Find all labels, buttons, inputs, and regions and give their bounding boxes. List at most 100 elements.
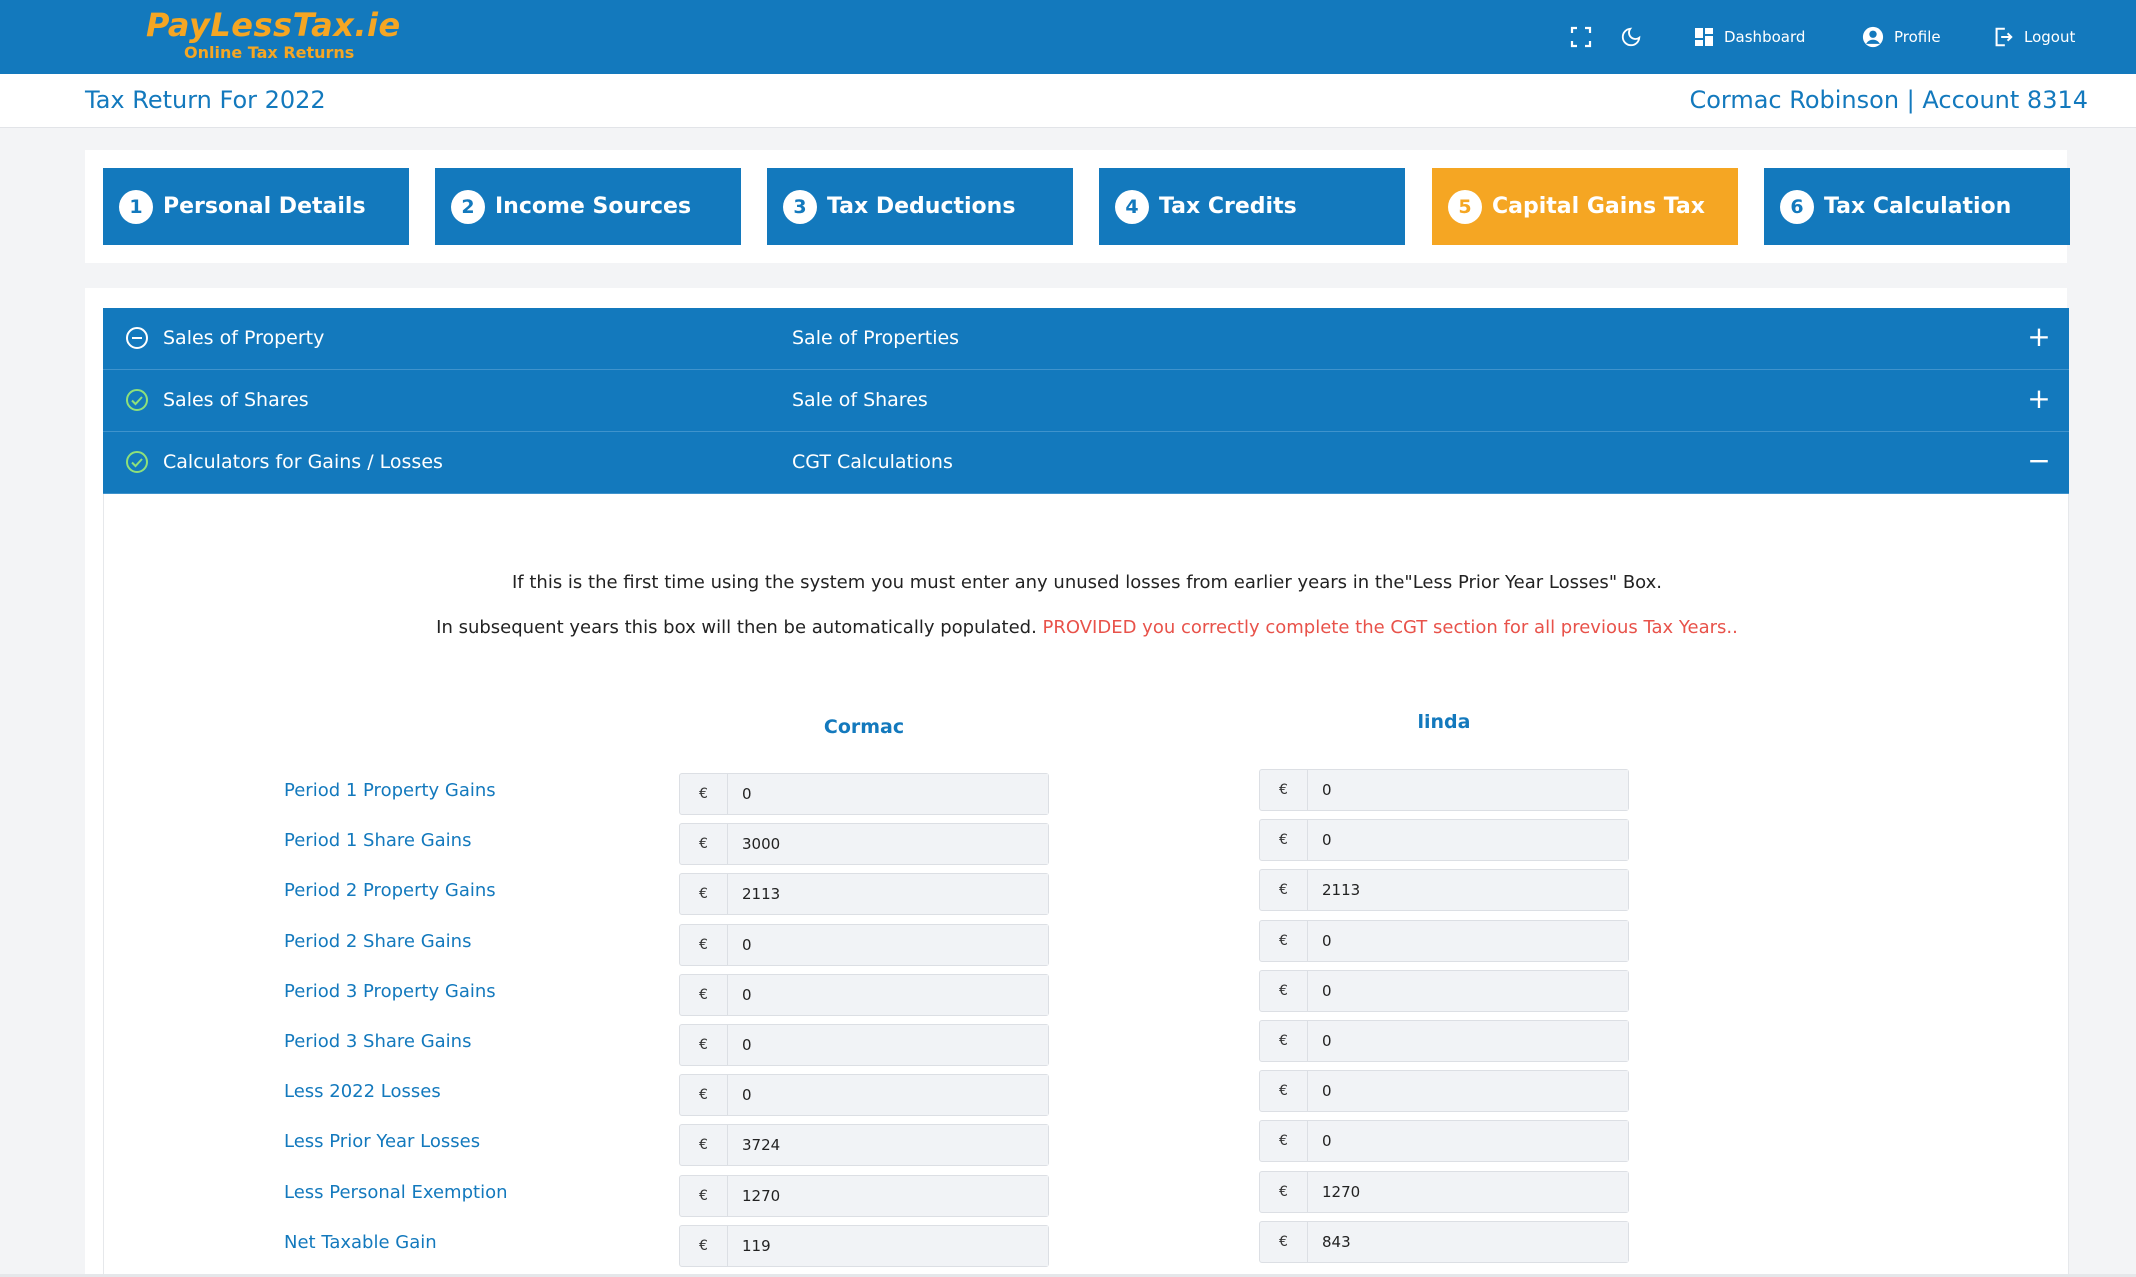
expand-plus-icon[interactable]: + (2025, 384, 2053, 414)
cormac-amount-input[interactable]: 0 (728, 974, 1048, 1015)
euro-prefix: € (1260, 1221, 1308, 1262)
cormac-amount-field[interactable]: €3724 (679, 1124, 1049, 1167)
profile-link[interactable]: Profile (1862, 20, 1941, 54)
linda-amount-field[interactable]: €0 (1259, 1070, 1629, 1113)
cormac-amount-input[interactable]: 0 (728, 1075, 1048, 1116)
row-label: Net Taxable Gain (284, 1231, 437, 1253)
step-number: 2 (451, 189, 485, 224)
cgt-main-panel: Sales of Property Sale of Properties + S… (85, 288, 2069, 1277)
logout-icon (1995, 27, 2013, 47)
euro-prefix: € (680, 824, 728, 865)
top-navbar: PayLessTax.ie Online Tax Returns Dashboa… (0, 0, 2136, 74)
cormac-amount-input[interactable]: 0 (728, 1025, 1048, 1065)
check-circle-icon (126, 389, 148, 411)
row-label: Less Personal Exemption (284, 1181, 508, 1203)
cormac-amount-field[interactable]: €0 (679, 773, 1049, 815)
step-number: 1 (119, 189, 153, 224)
step-label: Tax Deductions (827, 194, 1016, 219)
accordion-title: Calculators for Gains / Losses (163, 451, 443, 473)
row-label: Less 2022 Losses (284, 1081, 441, 1103)
cormac-amount-input[interactable]: 1270 (728, 1175, 1048, 1216)
logo[interactable]: PayLessTax.ie Online Tax Returns (146, 6, 400, 62)
linda-amount-input[interactable]: 1270 (1308, 1171, 1628, 1212)
cormac-amount-input[interactable]: 0 (728, 774, 1048, 814)
linda-amount-input[interactable]: 0 (1308, 920, 1628, 961)
row-label: Period 1 Share Gains (284, 830, 472, 852)
linda-amount-field[interactable]: €1270 (1259, 1170, 1629, 1213)
linda-amount-input[interactable]: 2113 (1308, 870, 1628, 911)
cormac-amount-input[interactable]: 0 (728, 924, 1048, 965)
step-tax-credits[interactable]: 4 Tax Credits (1099, 168, 1405, 245)
linda-amount-field[interactable]: €0 (1259, 1120, 1629, 1163)
expand-plus-icon[interactable]: + (2025, 322, 2053, 352)
linda-amount-input[interactable]: 0 (1308, 770, 1628, 810)
accordion-sales-of-shares[interactable]: Sales of Shares Sale of Shares + (103, 370, 2069, 432)
user-circle-icon (1862, 26, 1884, 48)
cormac-amount-field[interactable]: €0 (679, 1024, 1049, 1066)
steps-panel: 1 Personal Details 2 Income Sources 3 Ta… (85, 150, 2070, 263)
linda-amount-input[interactable]: 0 (1308, 970, 1628, 1011)
cgt-calculations-body: If this is the first time using the syst… (103, 494, 2069, 1277)
accordion-calculators[interactable]: Calculators for Gains / Losses CGT Calcu… (103, 432, 2069, 494)
accordion-subtitle: Sale of Shares (792, 389, 928, 411)
linda-amount-field[interactable]: €843 (1259, 1220, 1629, 1263)
linda-amount-field[interactable]: €0 (1259, 919, 1629, 962)
euro-prefix: € (1260, 1171, 1308, 1212)
euro-prefix: € (680, 1075, 728, 1116)
euro-prefix: € (680, 1025, 728, 1065)
euro-prefix: € (1260, 1121, 1308, 1162)
euro-prefix: € (680, 874, 728, 915)
linda-amount-input[interactable]: 0 (1308, 1121, 1628, 1162)
cormac-amount-field[interactable]: €3000 (679, 823, 1049, 866)
dashboard-icon (1695, 28, 1713, 46)
accordion-subtitle: CGT Calculations (792, 451, 953, 473)
cormac-amount-input[interactable]: 2113 (728, 874, 1048, 915)
step-income-sources[interactable]: 2 Income Sources (435, 168, 741, 245)
account-info: Cormac Robinson | Account 8314 (1689, 86, 2088, 114)
check-circle-icon (126, 451, 148, 473)
step-number: 4 (1115, 189, 1149, 224)
cormac-amount-field[interactable]: €1270 (679, 1174, 1049, 1217)
step-capital-gains-tax[interactable]: 5 Capital Gains Tax (1432, 168, 1738, 245)
cormac-amount-input[interactable]: 3724 (728, 1125, 1048, 1166)
logout-link[interactable]: Logout (1992, 20, 2075, 54)
linda-amount-field[interactable]: €0 (1259, 969, 1629, 1012)
step-label: Personal Details (163, 194, 366, 219)
linda-amount-field[interactable]: €0 (1259, 769, 1629, 811)
euro-prefix: € (680, 1225, 728, 1266)
fullscreen-icon[interactable] (1566, 22, 1596, 52)
cormac-amount-input[interactable]: 119 (728, 1225, 1048, 1266)
step-tax-deductions[interactable]: 3 Tax Deductions (767, 168, 1073, 245)
step-number: 3 (783, 189, 817, 224)
dashboard-label: Dashboard (1724, 28, 1806, 46)
linda-amount-field[interactable]: €0 (1259, 819, 1629, 862)
linda-amount-input[interactable]: 0 (1308, 1071, 1628, 1112)
cormac-amount-field[interactable]: €0 (679, 923, 1049, 966)
accordion-title: Sales of Property (163, 327, 325, 349)
euro-prefix: € (680, 1125, 728, 1166)
linda-amount-field[interactable]: €0 (1259, 1020, 1629, 1062)
accordion-subtitle: Sale of Properties (792, 327, 960, 349)
euro-prefix: € (680, 1175, 728, 1216)
euro-prefix: € (1260, 920, 1308, 961)
euro-prefix: € (1260, 820, 1308, 861)
column-header-linda: linda (1417, 711, 1471, 733)
cormac-amount-input[interactable]: 3000 (728, 824, 1048, 865)
collapse-minus-icon[interactable]: − (2025, 446, 2053, 476)
step-tax-calculation[interactable]: 6 Tax Calculation (1764, 168, 2070, 245)
cormac-amount-field[interactable]: €0 (679, 973, 1049, 1016)
linda-amount-input[interactable]: 0 (1308, 1021, 1628, 1061)
cormac-amount-field[interactable]: €119 (679, 1224, 1049, 1267)
accordion-sales-of-property[interactable]: Sales of Property Sale of Properties + (103, 308, 2069, 370)
step-personal-details[interactable]: 1 Personal Details (103, 168, 409, 245)
step-number: 6 (1780, 189, 1814, 224)
cormac-amount-field[interactable]: €2113 (679, 873, 1049, 916)
step-number: 5 (1448, 189, 1482, 224)
dashboard-link[interactable]: Dashboard (1694, 20, 1805, 54)
profile-label: Profile (1894, 28, 1941, 46)
linda-amount-input[interactable]: 0 (1308, 820, 1628, 861)
cormac-amount-field[interactable]: €0 (679, 1074, 1049, 1117)
linda-amount-field[interactable]: €2113 (1259, 869, 1629, 912)
dark-mode-moon-icon[interactable] (1616, 22, 1646, 52)
linda-amount-input[interactable]: 843 (1308, 1221, 1628, 1262)
